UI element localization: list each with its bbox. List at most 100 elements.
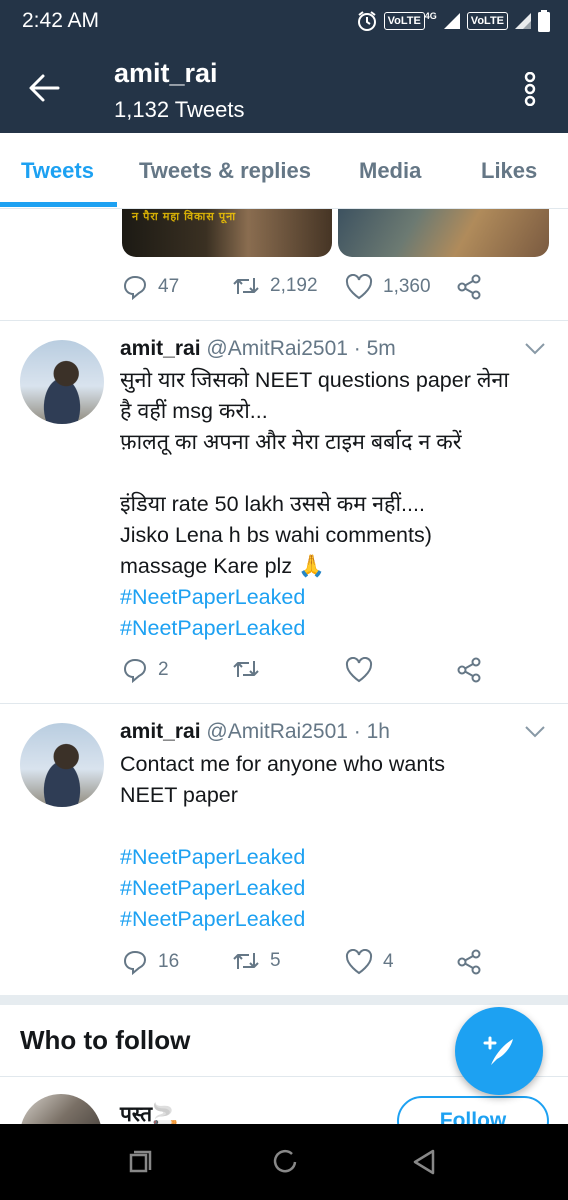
- reply-count: 47: [158, 276, 180, 297]
- back-arrow-icon: [29, 74, 60, 102]
- share-icon: [457, 657, 481, 683]
- reply-button[interactable]: 16: [122, 949, 179, 975]
- tweet-author-name[interactable]: amit_rai: [120, 720, 201, 743]
- tab-tweets-replies[interactable]: Tweets & replies: [139, 158, 311, 184]
- tweet-meta: @AmitRai2501 · 1h: [206, 720, 390, 743]
- avatar[interactable]: [20, 723, 104, 807]
- tweet-line: Contact me for anyone who wants: [120, 752, 446, 776]
- reply-button[interactable]: 47: [122, 274, 179, 300]
- tweet-line: massage Kare plz 🙏: [120, 554, 325, 578]
- retweet-button[interactable]: [232, 657, 270, 681]
- active-tab-indicator: [0, 202, 117, 207]
- divider: [0, 703, 568, 704]
- reply-icon: [123, 658, 147, 683]
- home-button[interactable]: [271, 1148, 299, 1181]
- retweet-count: 2,192: [270, 275, 318, 296]
- like-count: 4: [383, 951, 394, 972]
- battery-icon: [538, 10, 550, 32]
- signal-icon-2: [515, 13, 531, 29]
- share-button[interactable]: [456, 949, 482, 975]
- status-time: 2:42 AM: [22, 9, 100, 32]
- hashtag-link[interactable]: #NeetPaperLeaked: [120, 904, 550, 935]
- tweet-line: है वहीं msg करो...: [120, 399, 268, 423]
- more-options-button[interactable]: [524, 71, 536, 111]
- heart-icon: [345, 657, 373, 683]
- tweet-image-1[interactable]: न पैरा महा विकास पूना: [122, 209, 332, 257]
- home-circle-icon: [273, 1149, 297, 1173]
- volte-badge-1: VoLTE: [383, 12, 425, 30]
- recent-apps-icon: [129, 1150, 152, 1173]
- hashtag-link[interactable]: #NeetPaperLeaked: [120, 873, 550, 904]
- tweet-header: amit_rai @AmitRai2501 · 1h: [120, 720, 390, 744]
- section-gap: [0, 995, 568, 1005]
- tweet-actions: 16 5 4: [120, 949, 500, 979]
- reply-count: 2: [158, 659, 169, 680]
- network-type: 4G: [424, 11, 437, 21]
- retweet-icon: [233, 953, 259, 969]
- tweet-meta: @AmitRai2501 · 5m: [206, 337, 396, 360]
- more-vertical-icon: [524, 71, 536, 107]
- tweet-line: Jisko Lena h bs wahi comments): [120, 523, 432, 547]
- back-nav-button[interactable]: [411, 1148, 437, 1181]
- profile-tabs: Tweets Tweets & replies Media Likes: [0, 133, 568, 209]
- heart-icon: [345, 274, 373, 300]
- reply-icon: [123, 950, 147, 975]
- retweet-button[interactable]: 2,192: [232, 274, 318, 298]
- share-button[interactable]: [456, 657, 482, 683]
- who-to-follow-title: Who to follow: [20, 1025, 191, 1055]
- image-caption: न पैरा महा विकास पूना: [132, 211, 237, 223]
- like-button[interactable]: 4: [345, 949, 394, 975]
- hashtag-link[interactable]: #NeetPaperLeaked: [120, 842, 550, 873]
- compose-feather-icon: [483, 1036, 513, 1065]
- status-icons: VoLTE 4G VoLTE: [356, 10, 550, 32]
- tweet-count: 1,132 Tweets: [114, 97, 245, 122]
- tweet-actions: 2: [120, 657, 500, 687]
- compose-tweet-button[interactable]: [455, 1007, 543, 1095]
- share-icon: [457, 274, 481, 300]
- android-nav-bar: [0, 1124, 568, 1200]
- alarm-icon: [357, 11, 376, 31]
- tab-media[interactable]: Media: [359, 158, 421, 184]
- tweet-actions: 47 2,192 1,360: [120, 274, 500, 304]
- tweet-line: फ़ालतू का अपना और मेरा टाइम बर्बाद न करे…: [120, 430, 462, 454]
- volte-badge-2: VoLTE: [466, 12, 508, 30]
- share-button[interactable]: [456, 274, 482, 300]
- tweet-line: NEET paper: [120, 783, 238, 807]
- profile-header: amit_rai 1,132 Tweets: [0, 44, 568, 133]
- retweet-icon: [233, 661, 259, 677]
- status-bar: 2:42 AM VoLTE 4G VoLTE: [0, 0, 568, 44]
- retweet-icon: [233, 278, 259, 294]
- like-count: 1,360: [383, 276, 431, 297]
- divider: [0, 320, 568, 321]
- share-icon: [457, 949, 481, 975]
- like-button[interactable]: 1,360: [345, 274, 431, 300]
- tweet-text: सुनो यार जिसको NEET questions paper लेना…: [120, 365, 550, 644]
- hashtag-link[interactable]: #NeetPaperLeaked: [120, 582, 550, 613]
- tab-tweets[interactable]: Tweets: [21, 158, 94, 184]
- profile-name: amit_rai: [114, 58, 218, 88]
- signal-icon-1: [443, 13, 460, 29]
- tab-likes[interactable]: Likes: [481, 158, 537, 184]
- tweet-author-name[interactable]: amit_rai: [120, 337, 201, 360]
- tweet-text: Contact me for anyone who wants NEET pap…: [120, 749, 550, 935]
- back-triangle-icon: [413, 1149, 435, 1175]
- avatar[interactable]: [20, 340, 104, 424]
- reply-button[interactable]: 2: [122, 657, 169, 683]
- tweet-header: amit_rai @AmitRai2501 · 5m: [120, 337, 396, 361]
- retweet-button[interactable]: 5: [232, 949, 281, 973]
- tweet-line: इंडिया rate 50 lakh उससे कम नहीं....: [120, 492, 425, 516]
- hashtag-link[interactable]: #NeetPaperLeaked: [120, 613, 550, 644]
- chevron-down-icon[interactable]: [524, 725, 546, 739]
- heart-icon: [345, 949, 373, 975]
- tweet-line: सुनो यार जिसको NEET questions paper लेना: [120, 368, 509, 392]
- recent-apps-button[interactable]: [128, 1148, 154, 1179]
- retweet-count: 5: [270, 950, 281, 971]
- chevron-down-icon[interactable]: [524, 342, 546, 356]
- tweet-image-2[interactable]: [338, 209, 549, 257]
- back-button[interactable]: [28, 72, 60, 109]
- reply-icon: [123, 275, 147, 300]
- like-button[interactable]: [345, 657, 383, 683]
- reply-count: 16: [158, 951, 180, 972]
